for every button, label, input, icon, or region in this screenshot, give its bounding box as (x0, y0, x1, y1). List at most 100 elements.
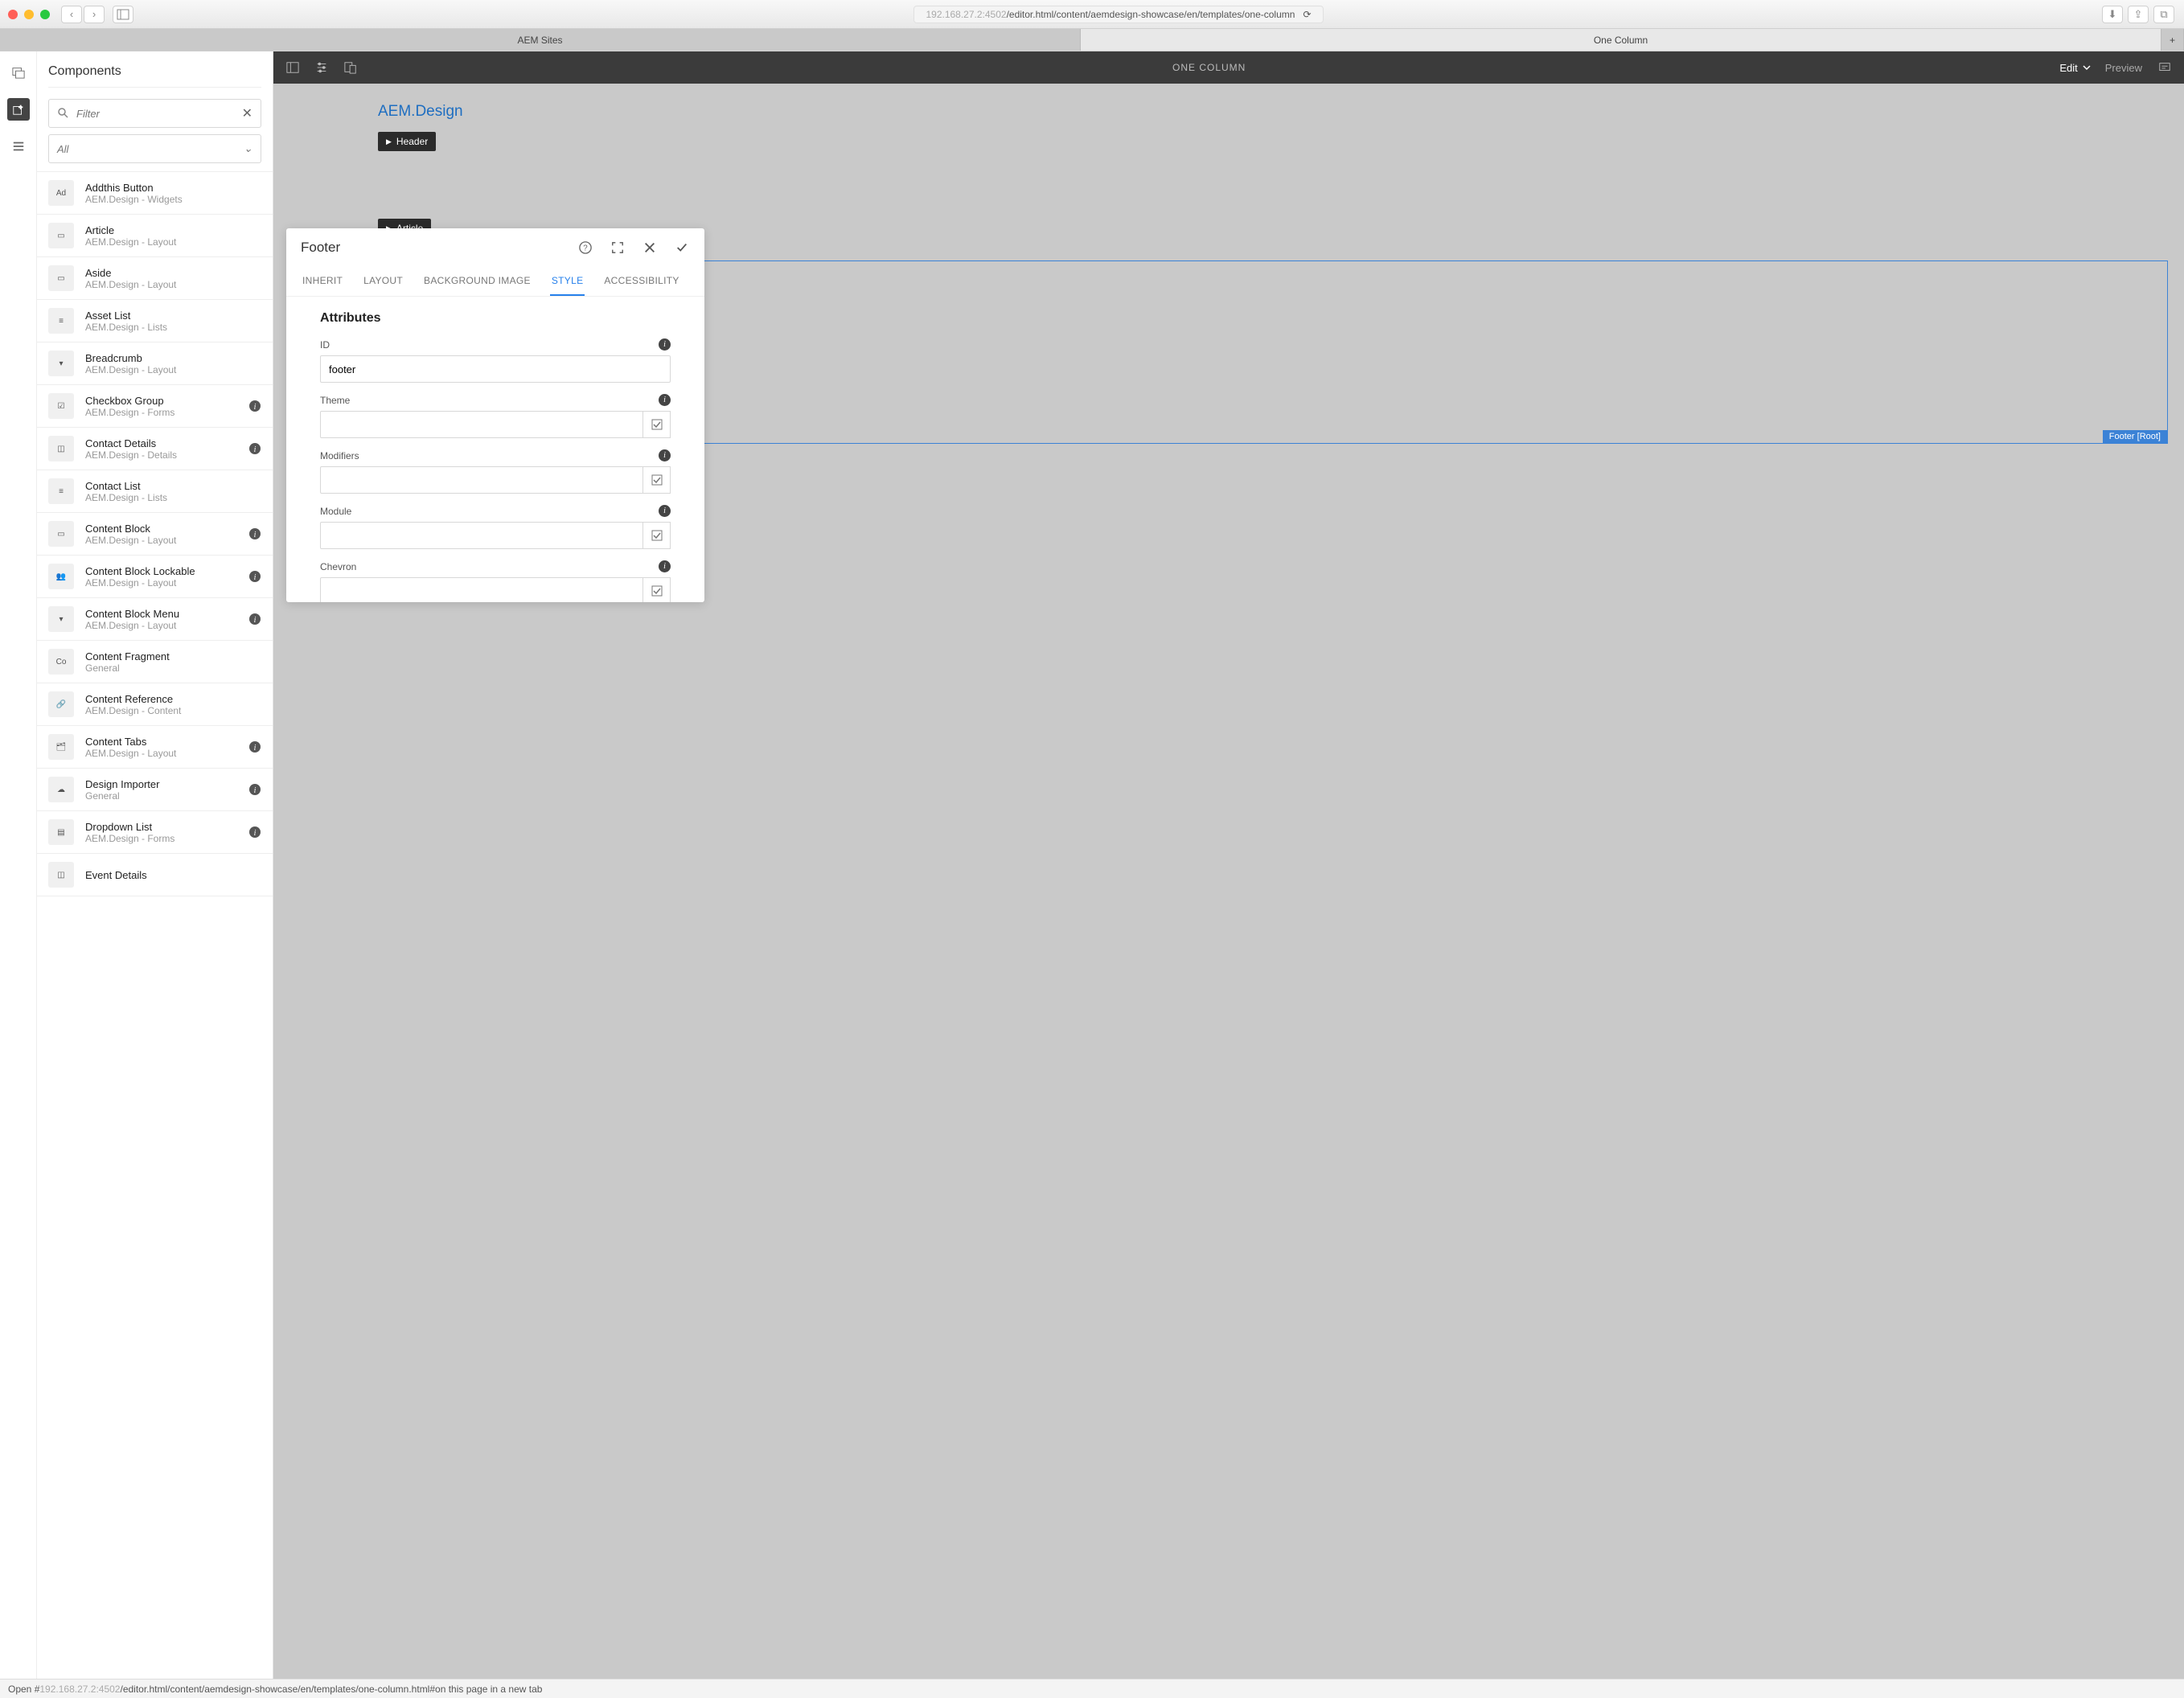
emulator-button[interactable] (343, 59, 359, 76)
close-dialog-button[interactable] (642, 240, 658, 256)
sidebar-toggle-button[interactable] (113, 6, 133, 23)
help-button[interactable]: ? (577, 240, 593, 256)
component-item[interactable]: ▭ Article AEM.Design - Layout (37, 215, 273, 257)
component-item[interactable]: Co Content Fragment General (37, 641, 273, 683)
field-info-icon[interactable]: i (659, 505, 671, 517)
component-item[interactable]: 🗂 Content Tabs AEM.Design - Layout i (37, 726, 273, 769)
address-bar-wrap: 192.168.27.2:4502/editor.html/content/ae… (142, 6, 2096, 23)
info-icon[interactable]: i (248, 442, 261, 455)
component-item[interactable]: ▾ Content Block Menu AEM.Design - Layout… (37, 598, 273, 641)
info-icon[interactable]: i (248, 570, 261, 583)
component-item[interactable]: ≡ Contact List AEM.Design - Lists (37, 470, 273, 513)
canvas[interactable]: AEM.Design ▶Header Footer [Root] ▶Articl… (273, 84, 2184, 1679)
component-item[interactable]: ▾ Breadcrumb AEM.Design - Layout (37, 342, 273, 385)
dialog-section-title: Attributes (320, 311, 671, 326)
component-title: Design Importer (85, 778, 237, 790)
tabs-button[interactable]: ⧉ (2153, 6, 2174, 23)
component-subtitle: AEM.Design - Forms (85, 407, 237, 418)
info-icon[interactable]: i (248, 783, 261, 796)
field-input[interactable] (320, 411, 643, 438)
component-item[interactable]: ▤ Dropdown List AEM.Design - Forms i (37, 811, 273, 854)
component-text: Event Details (85, 869, 261, 881)
back-button[interactable]: ‹ (61, 6, 82, 23)
field-input[interactable] (320, 577, 643, 602)
header-label: Header (396, 136, 428, 147)
component-item[interactable]: ▭ Content Block AEM.Design - Layout i (37, 513, 273, 556)
component-subtitle: AEM.Design - Widgets (85, 194, 261, 205)
field-input[interactable] (320, 466, 643, 494)
close-window-icon[interactable] (8, 10, 18, 19)
component-group-dropdown[interactable]: All ⌄ (48, 134, 261, 163)
field-info-icon[interactable]: i (659, 560, 671, 572)
downloads-button[interactable]: ⬇ (2102, 6, 2123, 23)
component-list[interactable]: Ad Addthis Button AEM.Design - Widgets ▭… (37, 171, 273, 1679)
dialog-tab-style[interactable]: STYLE (550, 267, 585, 296)
component-item[interactable]: ◫ Event Details (37, 854, 273, 896)
field-picker-button[interactable] (643, 522, 671, 549)
component-item[interactable]: ▭ Aside AEM.Design - Layout (37, 257, 273, 300)
svg-text:i: i (254, 829, 257, 838)
checklist-icon (651, 584, 663, 597)
toggle-panel-button[interactable] (285, 59, 301, 76)
dialog-tab-accessibility[interactable]: ACCESSIBILITY (602, 267, 680, 296)
forward-button[interactable]: › (84, 6, 105, 23)
fullscreen-button[interactable] (610, 240, 626, 256)
rail-components-button[interactable] (7, 98, 30, 121)
component-text: Article AEM.Design - Layout (85, 224, 261, 248)
submit-dialog-button[interactable] (674, 240, 690, 256)
info-icon[interactable]: i (248, 400, 261, 412)
status-path: /editor.html/content/aemdesign-showcase/… (120, 1684, 435, 1695)
dialog-tab-background-image[interactable]: BACKGROUND IMAGE (422, 267, 532, 296)
mode-dropdown[interactable]: Edit (2059, 62, 2090, 74)
page-title: ONE COLUMN (359, 62, 2059, 73)
header-placeholder[interactable]: ▶Header (378, 132, 436, 151)
field-picker-button[interactable] (643, 411, 671, 438)
field-input[interactable] (320, 355, 671, 383)
annotate-button[interactable] (2157, 59, 2173, 76)
component-item[interactable]: 🔗 Content Reference AEM.Design - Content (37, 683, 273, 726)
rail-tree-button[interactable] (7, 135, 30, 158)
app: Components ✕ All ⌄ Ad Addthis Button AEM… (0, 51, 2184, 1679)
clear-filter-icon[interactable]: ✕ (242, 105, 252, 121)
component-item[interactable]: ☑ Checkbox Group AEM.Design - Forms i (37, 385, 273, 428)
component-item[interactable]: ≡ Asset List AEM.Design - Lists (37, 300, 273, 342)
dialog-tab-inherit[interactable]: INHERIT (301, 267, 344, 296)
field-picker-button[interactable] (643, 466, 671, 494)
component-text: Dropdown List AEM.Design - Forms (85, 821, 237, 844)
dialog-tab-layout[interactable]: LAYOUT (362, 267, 404, 296)
component-item[interactable]: ☁ Design Importer General i (37, 769, 273, 811)
new-tab-button[interactable]: + (2161, 29, 2184, 51)
chevron-down-icon (2083, 64, 2091, 72)
panel-icon (117, 8, 129, 21)
field-id: ID i (320, 338, 671, 383)
field-label: Chevron (320, 561, 356, 572)
address-bar[interactable]: 192.168.27.2:4502/editor.html/content/ae… (913, 6, 1323, 23)
zoom-window-icon[interactable] (40, 10, 50, 19)
info-icon[interactable]: i (248, 527, 261, 540)
component-item[interactable]: Ad Addthis Button AEM.Design - Widgets (37, 172, 273, 215)
filter-box[interactable]: ✕ (48, 99, 261, 128)
rail-assets-button[interactable] (7, 61, 30, 84)
info-icon[interactable]: i (248, 740, 261, 753)
info-icon[interactable]: i (248, 826, 261, 839)
field-info-icon[interactable]: i (659, 338, 671, 351)
preview-button[interactable]: Preview (2105, 62, 2142, 74)
field-input[interactable] (320, 522, 643, 549)
reload-icon[interactable]: ⟳ (1303, 9, 1311, 20)
minimize-window-icon[interactable] (24, 10, 34, 19)
component-item[interactable]: 👥 Content Block Lockable AEM.Design - La… (37, 556, 273, 598)
browser-tab-one-column[interactable]: One Column (1081, 29, 2161, 51)
component-item[interactable]: ◫ Contact Details AEM.Design - Details i (37, 428, 273, 470)
editor-toolbar: ONE COLUMN Edit Preview (273, 51, 2184, 84)
field-info-icon[interactable]: i (659, 394, 671, 406)
tab-label: AEM Sites (517, 35, 562, 46)
svg-text:i: i (254, 616, 257, 625)
page-info-button[interactable] (314, 59, 330, 76)
share-button[interactable]: ⇪ (2128, 6, 2149, 23)
field-picker-button[interactable] (643, 577, 671, 602)
help-icon: ? (579, 241, 592, 254)
browser-tab-aem-sites[interactable]: AEM Sites (0, 29, 1081, 51)
field-info-icon[interactable]: i (659, 449, 671, 461)
filter-input[interactable] (76, 108, 236, 120)
info-icon[interactable]: i (248, 613, 261, 625)
